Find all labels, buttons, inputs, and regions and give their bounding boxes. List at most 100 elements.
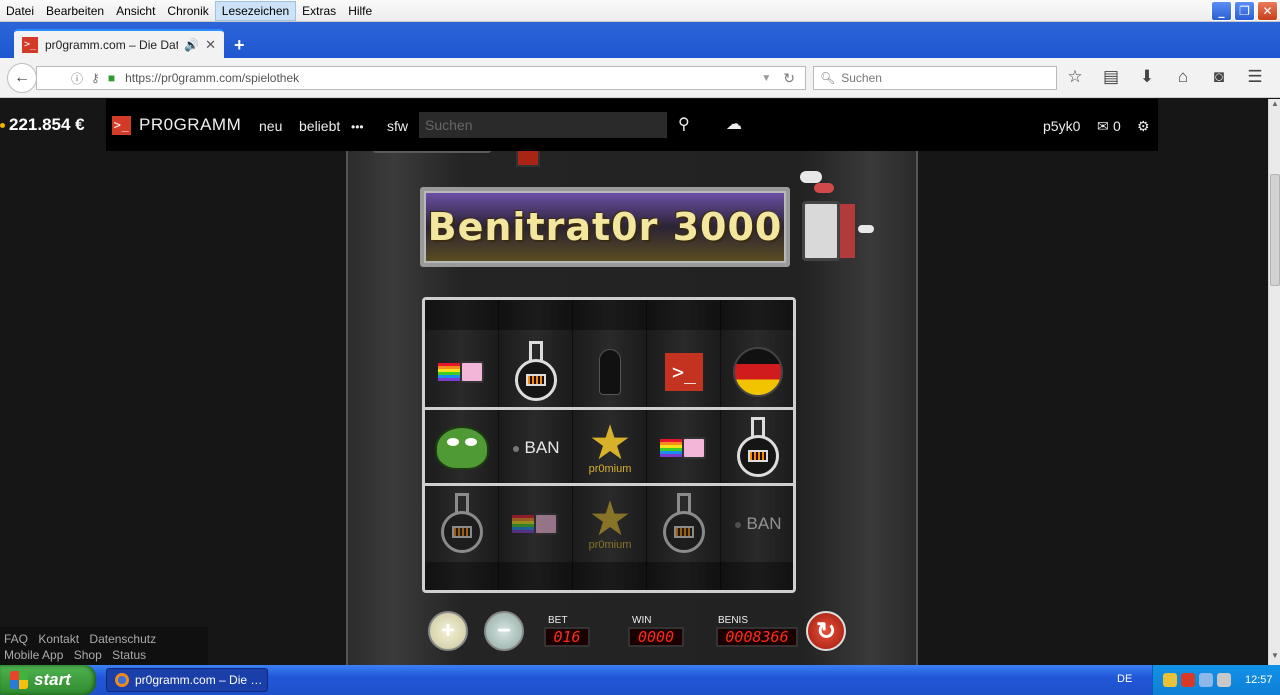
benis-score: 221.854 € [0,115,85,135]
menu-extras[interactable]: Extras [296,2,342,20]
settings-gear-icon[interactable]: ⚙ [1137,118,1150,135]
star-icon: ★ [588,415,632,471]
reel-cell [721,334,793,410]
scroll-up-icon[interactable]: ▲ [1269,99,1280,113]
site-search-icon[interactable]: ⚲ [678,114,690,134]
score-value: 221.854 € [9,115,85,134]
tray-shield-icon[interactable] [1181,673,1195,687]
info-icon[interactable]: ⓘ [71,70,83,87]
reel-cell [499,486,573,562]
tray-tools-icon[interactable] [1217,673,1231,687]
url-text[interactable]: https://pr0gramm.com/spielothek [125,71,761,85]
address-bar[interactable]: ⓘ ⚷ ■ https://pr0gramm.com/spielothek ▼ … [36,66,806,90]
reel-1 [425,300,499,590]
menu-lesezeichen[interactable]: Lesezeichen [214,0,297,21]
site-logo[interactable]: >_ PR0GRAMM [112,115,241,135]
site-search-input[interactable]: Suchen [419,112,667,138]
tray-update-icon[interactable] [1199,673,1213,687]
reel-cell [573,334,647,410]
footer-privacy[interactable]: Datenschutz [89,632,156,646]
footer-shop[interactable]: Shop [74,648,102,662]
payline-separator [425,407,793,410]
spin-button[interactable]: ↻ [806,611,846,651]
messages-icon[interactable]: ✉ [1097,118,1109,135]
menu-ansicht[interactable]: Ansicht [110,2,161,20]
nav-sfw[interactable]: sfw [387,118,408,134]
reading-list-icon[interactable]: ▤ [1100,67,1122,87]
new-tab-button[interactable]: + [234,35,245,56]
reel-cell: ★ pr0mium [573,486,647,562]
reel-5: BAN [721,300,793,590]
benis-display: 0008366 [716,627,798,647]
nav-popular[interactable]: beliebt [299,118,340,134]
tab-pr0gramm[interactable]: >_ pr0gramm.com – Die Dati… 🔊 ✕ [14,29,224,58]
bet-minus-button[interactable]: − [484,611,524,651]
speaker-icon[interactable]: 🔊 [184,38,199,52]
back-button[interactable]: ← [7,63,37,93]
menu-icon[interactable]: ☰ [1244,67,1266,87]
menu-hilfe[interactable]: Hilfe [342,2,378,20]
upload-icon[interactable]: ☁ [726,114,742,134]
reel-shade-top [425,300,793,330]
menu-chronik[interactable]: Chronik [161,2,214,20]
reel-cell [425,410,499,486]
dropdown-icon[interactable]: ▼ [761,73,771,84]
footer-contact[interactable]: Kontakt [38,632,79,646]
favicon: >_ [22,36,38,53]
search-icon: 🔍︎ [820,71,836,85]
benis-label: BENIS [718,615,749,626]
messages-count[interactable]: 0 [1113,118,1121,134]
reload-icon[interactable]: ↻ [783,70,795,87]
user-name[interactable]: p5yk0 [1043,118,1080,134]
win-label: WIN [632,615,652,626]
machine-title-panel: Benitrat0r 3000 [420,187,790,267]
bookmark-star-icon[interactable]: ☆ [1064,67,1086,87]
win-display: 0000 [628,627,684,647]
nav-more[interactable]: ••• [351,120,364,134]
minimize-button[interactable]: _ [1211,1,1232,21]
menu-bearbeiten[interactable]: Bearbeiten [40,2,110,20]
footer-faq[interactable]: FAQ [4,632,28,646]
navigation-bar: ⓘ ⚷ ■ https://pr0gramm.com/spielothek ▼ … [0,58,1280,98]
home-icon[interactable]: ⌂ [1172,67,1194,87]
reel-cell [647,486,721,562]
back-arrow-icon: ← [14,69,30,86]
tab-title: pr0gramm.com – Die Dati… [45,37,179,52]
bet-plus-button[interactable]: + [428,611,468,651]
close-window-button[interactable]: ✕ [1257,1,1278,21]
maximize-button[interactable]: ❐ [1234,1,1255,21]
pocket-icon[interactable]: ◙ [1208,67,1230,87]
page-content: Benitrat0r 3000 BAN ★ pr0mium ★ pr0mium >_ BAN… [0,99,1268,665]
nyan-cat-icon [660,437,708,459]
browser-search-box[interactable]: 🔍︎ Suchen [813,66,1057,90]
tab-close-icon[interactable]: ✕ [205,37,216,53]
taskbar: start pr0gramm.com – Die … DE 12:57 [0,665,1280,695]
menu-datei[interactable]: Datei [0,2,40,20]
reel-cell [647,410,721,486]
site-header: >_ PR0GRAMM neu beliebt ••• sfw Suchen ⚲… [106,99,1158,151]
reel-cell [425,486,499,562]
bet-display: 016 [544,627,590,647]
key-icon: ⚷ [91,71,100,85]
vertical-scrollbar[interactable]: ▲ ▼ [1268,99,1280,665]
reel-cell: BAN [499,410,573,486]
firefox-icon [115,673,129,687]
footer-mobile-app[interactable]: Mobile App [4,648,63,662]
nav-new[interactable]: neu [259,118,282,134]
taskbar-item-firefox[interactable]: pr0gramm.com – Die … [106,668,268,692]
system-tray: 12:57 [1152,665,1280,695]
browser-search-placeholder: Suchen [841,71,882,85]
reel-4: >_ [647,300,721,590]
language-indicator[interactable]: DE [1117,673,1132,685]
tray-network-icon[interactable] [1163,673,1177,687]
scroll-thumb[interactable] [1270,174,1280,286]
scroll-down-icon[interactable]: ▼ [1269,651,1280,665]
clock: 12:57 [1245,674,1273,686]
lever[interactable] [800,171,874,267]
payline-separator [425,483,793,486]
plug-icon [599,349,621,395]
footer-status[interactable]: Status [112,648,146,662]
download-icon[interactable]: ⬇ [1136,67,1158,87]
start-button[interactable]: start [0,665,96,695]
reels: BAN ★ pr0mium ★ pr0mium >_ BAN [422,297,796,593]
